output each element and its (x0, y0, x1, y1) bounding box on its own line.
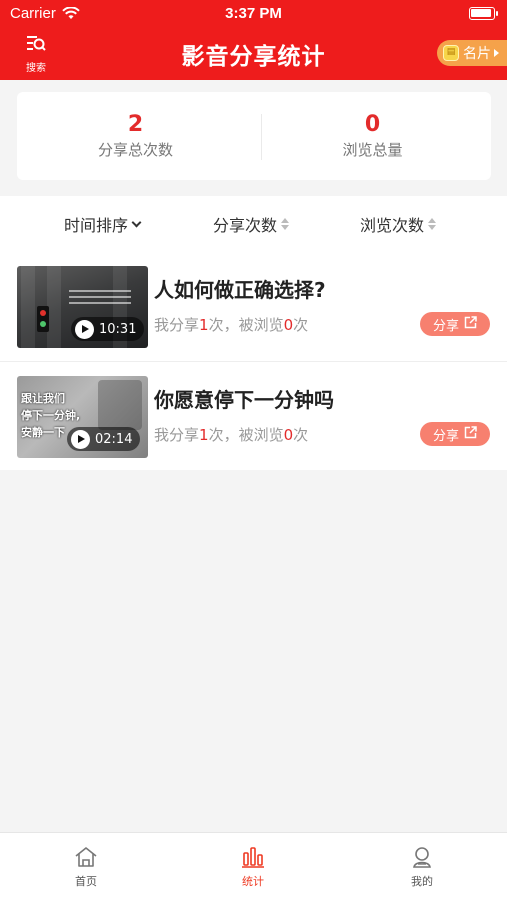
traffic-light-graphic (37, 306, 49, 332)
thumbnail-text-line: 跟让我们 (21, 392, 65, 405)
stats-suffix: 次 (293, 316, 309, 334)
card-label: 名片 (463, 46, 491, 62)
stats-icon (203, 845, 303, 869)
summary-card: 2 分享总次数 0 浏览总量 (17, 92, 491, 180)
external-link-icon (464, 315, 477, 333)
total-shares-stat: 2 分享总次数 (17, 92, 254, 180)
total-shares-label: 分享总次数 (97, 141, 173, 159)
video-duration: 10:31 (99, 321, 137, 337)
video-duration-badge: 02:14 (67, 427, 141, 451)
thumbnail-decoration (98, 380, 142, 430)
video-title: 你愿意停下一分钟吗 (154, 388, 334, 412)
external-link-icon (464, 425, 477, 443)
sort-by-shares[interactable]: 分享次数 (213, 212, 290, 236)
video-stats: 我分享1次，被浏览0次 (154, 314, 308, 335)
share-button[interactable]: 分享 (420, 422, 490, 446)
view-count: 0 (283, 316, 294, 334)
thumbnail-text-line: 停下一分钟, (21, 409, 81, 422)
stats-prefix: 我分享 (154, 316, 200, 334)
total-views-value: 0 (364, 112, 381, 137)
stats-suffix: 次 (293, 426, 309, 444)
chevron-down-icon (131, 217, 142, 227)
summary-section: 2 分享总次数 0 浏览总量 (0, 80, 507, 195)
bottom-tab-bar: 首页 统计 我的 (0, 832, 507, 900)
thumbnail-decoration (47, 266, 61, 348)
total-views-stat: 0 浏览总量 (254, 92, 491, 180)
top-bar: Carrier 3:37 PM 搜索 影音分享统计 ▤ 名片 (0, 0, 507, 80)
sort-bar: 时间排序 分享次数 浏览次数 (0, 196, 507, 252)
status-time: 3:37 PM (225, 5, 282, 22)
tab-mine[interactable]: 我的 (372, 845, 472, 889)
list-item[interactable]: 10:31 人如何做正确选择? 我分享1次，被浏览0次 分享 (0, 252, 507, 361)
total-views-label: 浏览总量 (342, 141, 403, 159)
tab-stats-label: 统计 (242, 875, 264, 888)
list-item[interactable]: 跟让我们 停下一分钟, 安静一下 02:14 你愿意停下一分钟吗 我分享1次，被… (0, 361, 507, 470)
video-duration: 02:14 (95, 431, 133, 447)
sort-icon (428, 218, 437, 230)
share-label: 分享 (432, 318, 459, 334)
sort-by-shares-label: 分享次数 (213, 216, 278, 235)
total-shares-value: 2 (127, 112, 144, 137)
tab-home[interactable]: 首页 (36, 845, 136, 889)
video-thumbnail[interactable]: 跟让我们 停下一分钟, 安静一下 02:14 (17, 376, 148, 458)
play-icon (71, 429, 90, 449)
sort-by-time[interactable]: 时间排序 (64, 212, 142, 236)
video-stats: 我分享1次，被浏览0次 (154, 424, 308, 445)
share-count: 1 (199, 426, 209, 444)
thumbnail-decoration (21, 266, 35, 348)
video-list: 10:31 人如何做正确选择? 我分享1次，被浏览0次 分享 跟让我们 停下一分… (0, 252, 507, 470)
share-button[interactable]: 分享 (420, 312, 490, 336)
business-card-button[interactable]: ▤ 名片 (437, 40, 507, 66)
video-duration-badge: 10:31 (71, 317, 145, 341)
video-thumbnail[interactable]: 10:31 (17, 266, 148, 348)
sort-by-views[interactable]: 浏览次数 (360, 212, 437, 236)
thumbnail-caption-lines (69, 290, 131, 308)
sort-by-views-label: 浏览次数 (360, 216, 425, 235)
sort-by-time-label: 时间排序 (64, 216, 129, 235)
tab-home-label: 首页 (75, 875, 97, 888)
share-count: 1 (199, 316, 209, 334)
sort-icon (281, 218, 290, 230)
status-bar: Carrier 3:37 PM (0, 0, 507, 26)
stats-prefix: 我分享 (154, 426, 200, 444)
play-icon (75, 319, 94, 339)
video-title: 人如何做正确选择? (154, 278, 326, 302)
view-count: 0 (283, 426, 294, 444)
caret-right-icon (494, 49, 499, 57)
home-icon (36, 845, 136, 869)
battery-icon (469, 7, 498, 20)
profile-icon (372, 845, 472, 869)
stats-mid: 次，被浏览 (208, 426, 284, 444)
share-label: 分享 (432, 428, 459, 444)
tab-mine-label: 我的 (411, 875, 433, 888)
stats-mid: 次，被浏览 (208, 316, 284, 334)
card-icon: ▤ (443, 45, 459, 61)
page-title: 影音分享统计 (181, 44, 326, 70)
tab-stats[interactable]: 统计 (203, 845, 303, 889)
